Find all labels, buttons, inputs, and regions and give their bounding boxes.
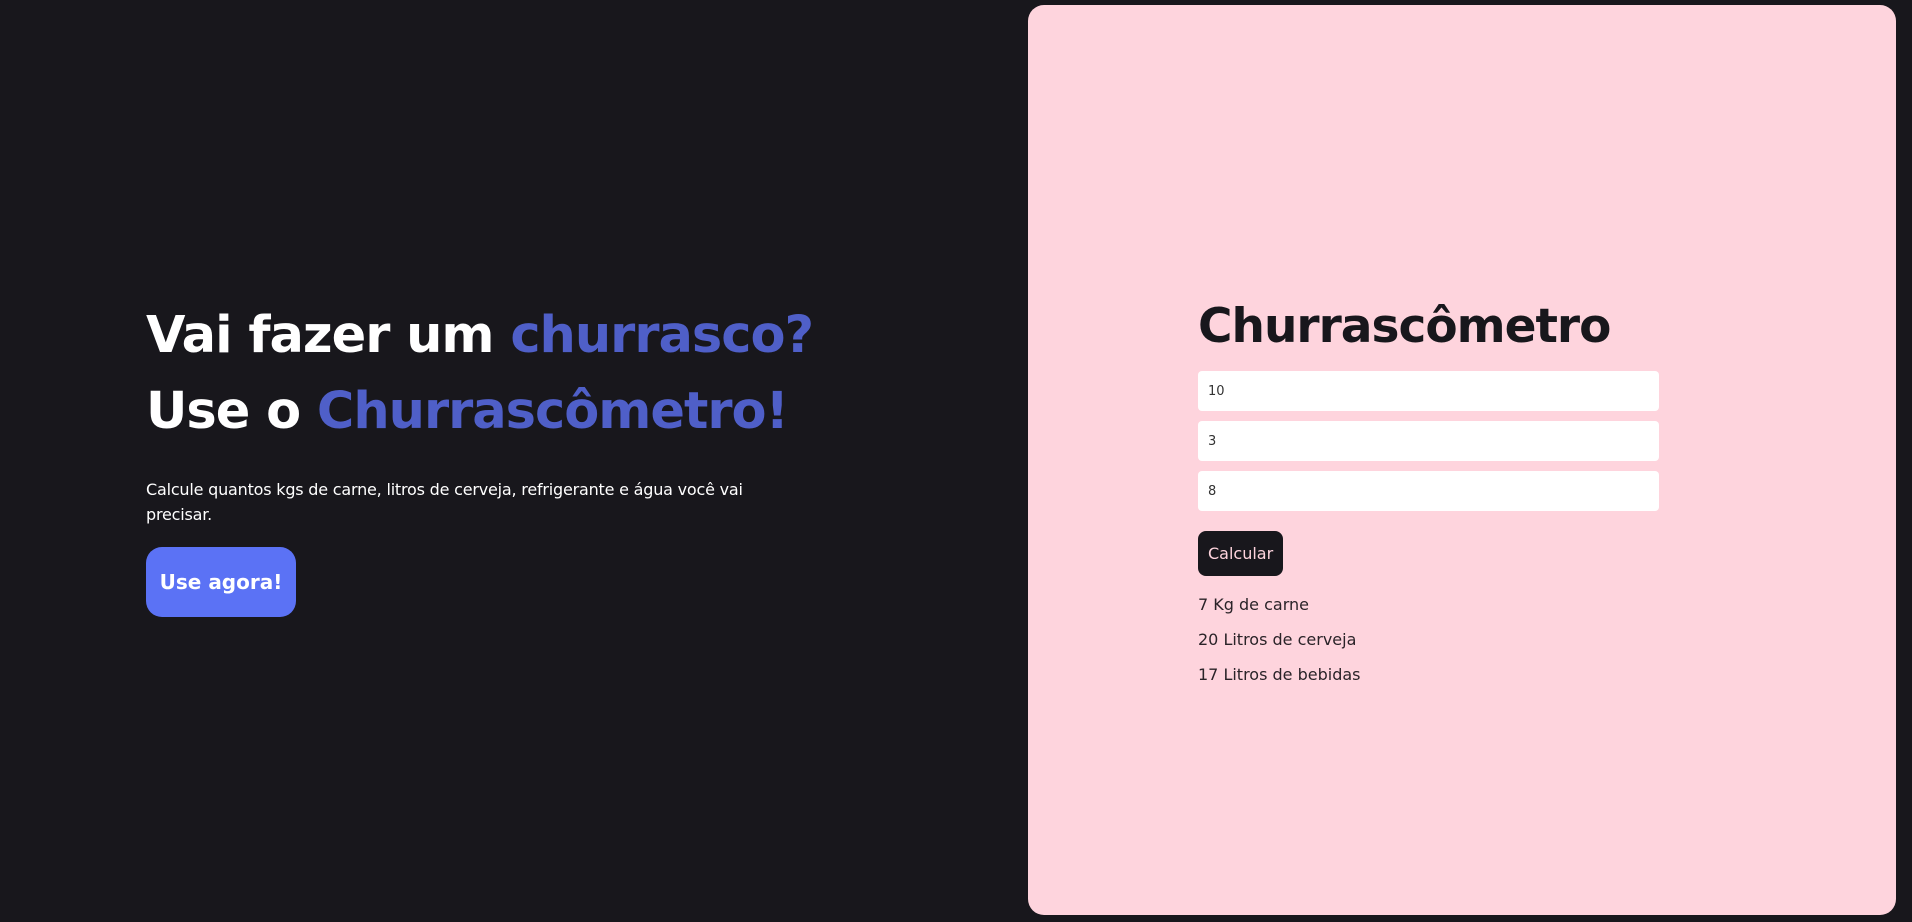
- result-drinks: 17 Litros de bebidas: [1198, 665, 1361, 684]
- results-list: 7 Kg de carne 20 Litros de cerveja 17 Li…: [1198, 587, 1658, 692]
- headline-line1-start: Vai fazer um: [146, 306, 511, 365]
- calculate-button[interactable]: Calcular: [1198, 531, 1284, 576]
- children-input[interactable]: [1198, 421, 1659, 461]
- use-now-button[interactable]: Use agora!: [146, 547, 296, 617]
- result-beer: 20 Litros de cerveja: [1198, 630, 1357, 649]
- result-meat: 7 Kg de carne: [1198, 595, 1309, 614]
- duration-input[interactable]: [1198, 471, 1659, 511]
- headline-line2-start: Use o: [146, 382, 317, 441]
- hero-section: Vai fazer um churrasco? Use o Churrascôme…: [0, 0, 1028, 922]
- calculator-panel: Churrascômetro Calcular 7 Kg de carne 20…: [1028, 5, 1896, 915]
- hero-headline: Vai fazer um churrasco? Use o Churrascôme…: [146, 298, 814, 450]
- calculator-form: Churrascômetro Calcular 7 Kg de carne 20…: [1198, 297, 1659, 692]
- headline-line1-highlight: churrasco?: [510, 306, 814, 365]
- adults-input[interactable]: [1198, 371, 1659, 411]
- calculator-title: Churrascômetro: [1198, 299, 1611, 354]
- headline-line2-highlight: Churrascômetro!: [316, 382, 789, 441]
- hero-subtitle: Calcule quantos kgs de carne, litros de …: [146, 480, 743, 524]
